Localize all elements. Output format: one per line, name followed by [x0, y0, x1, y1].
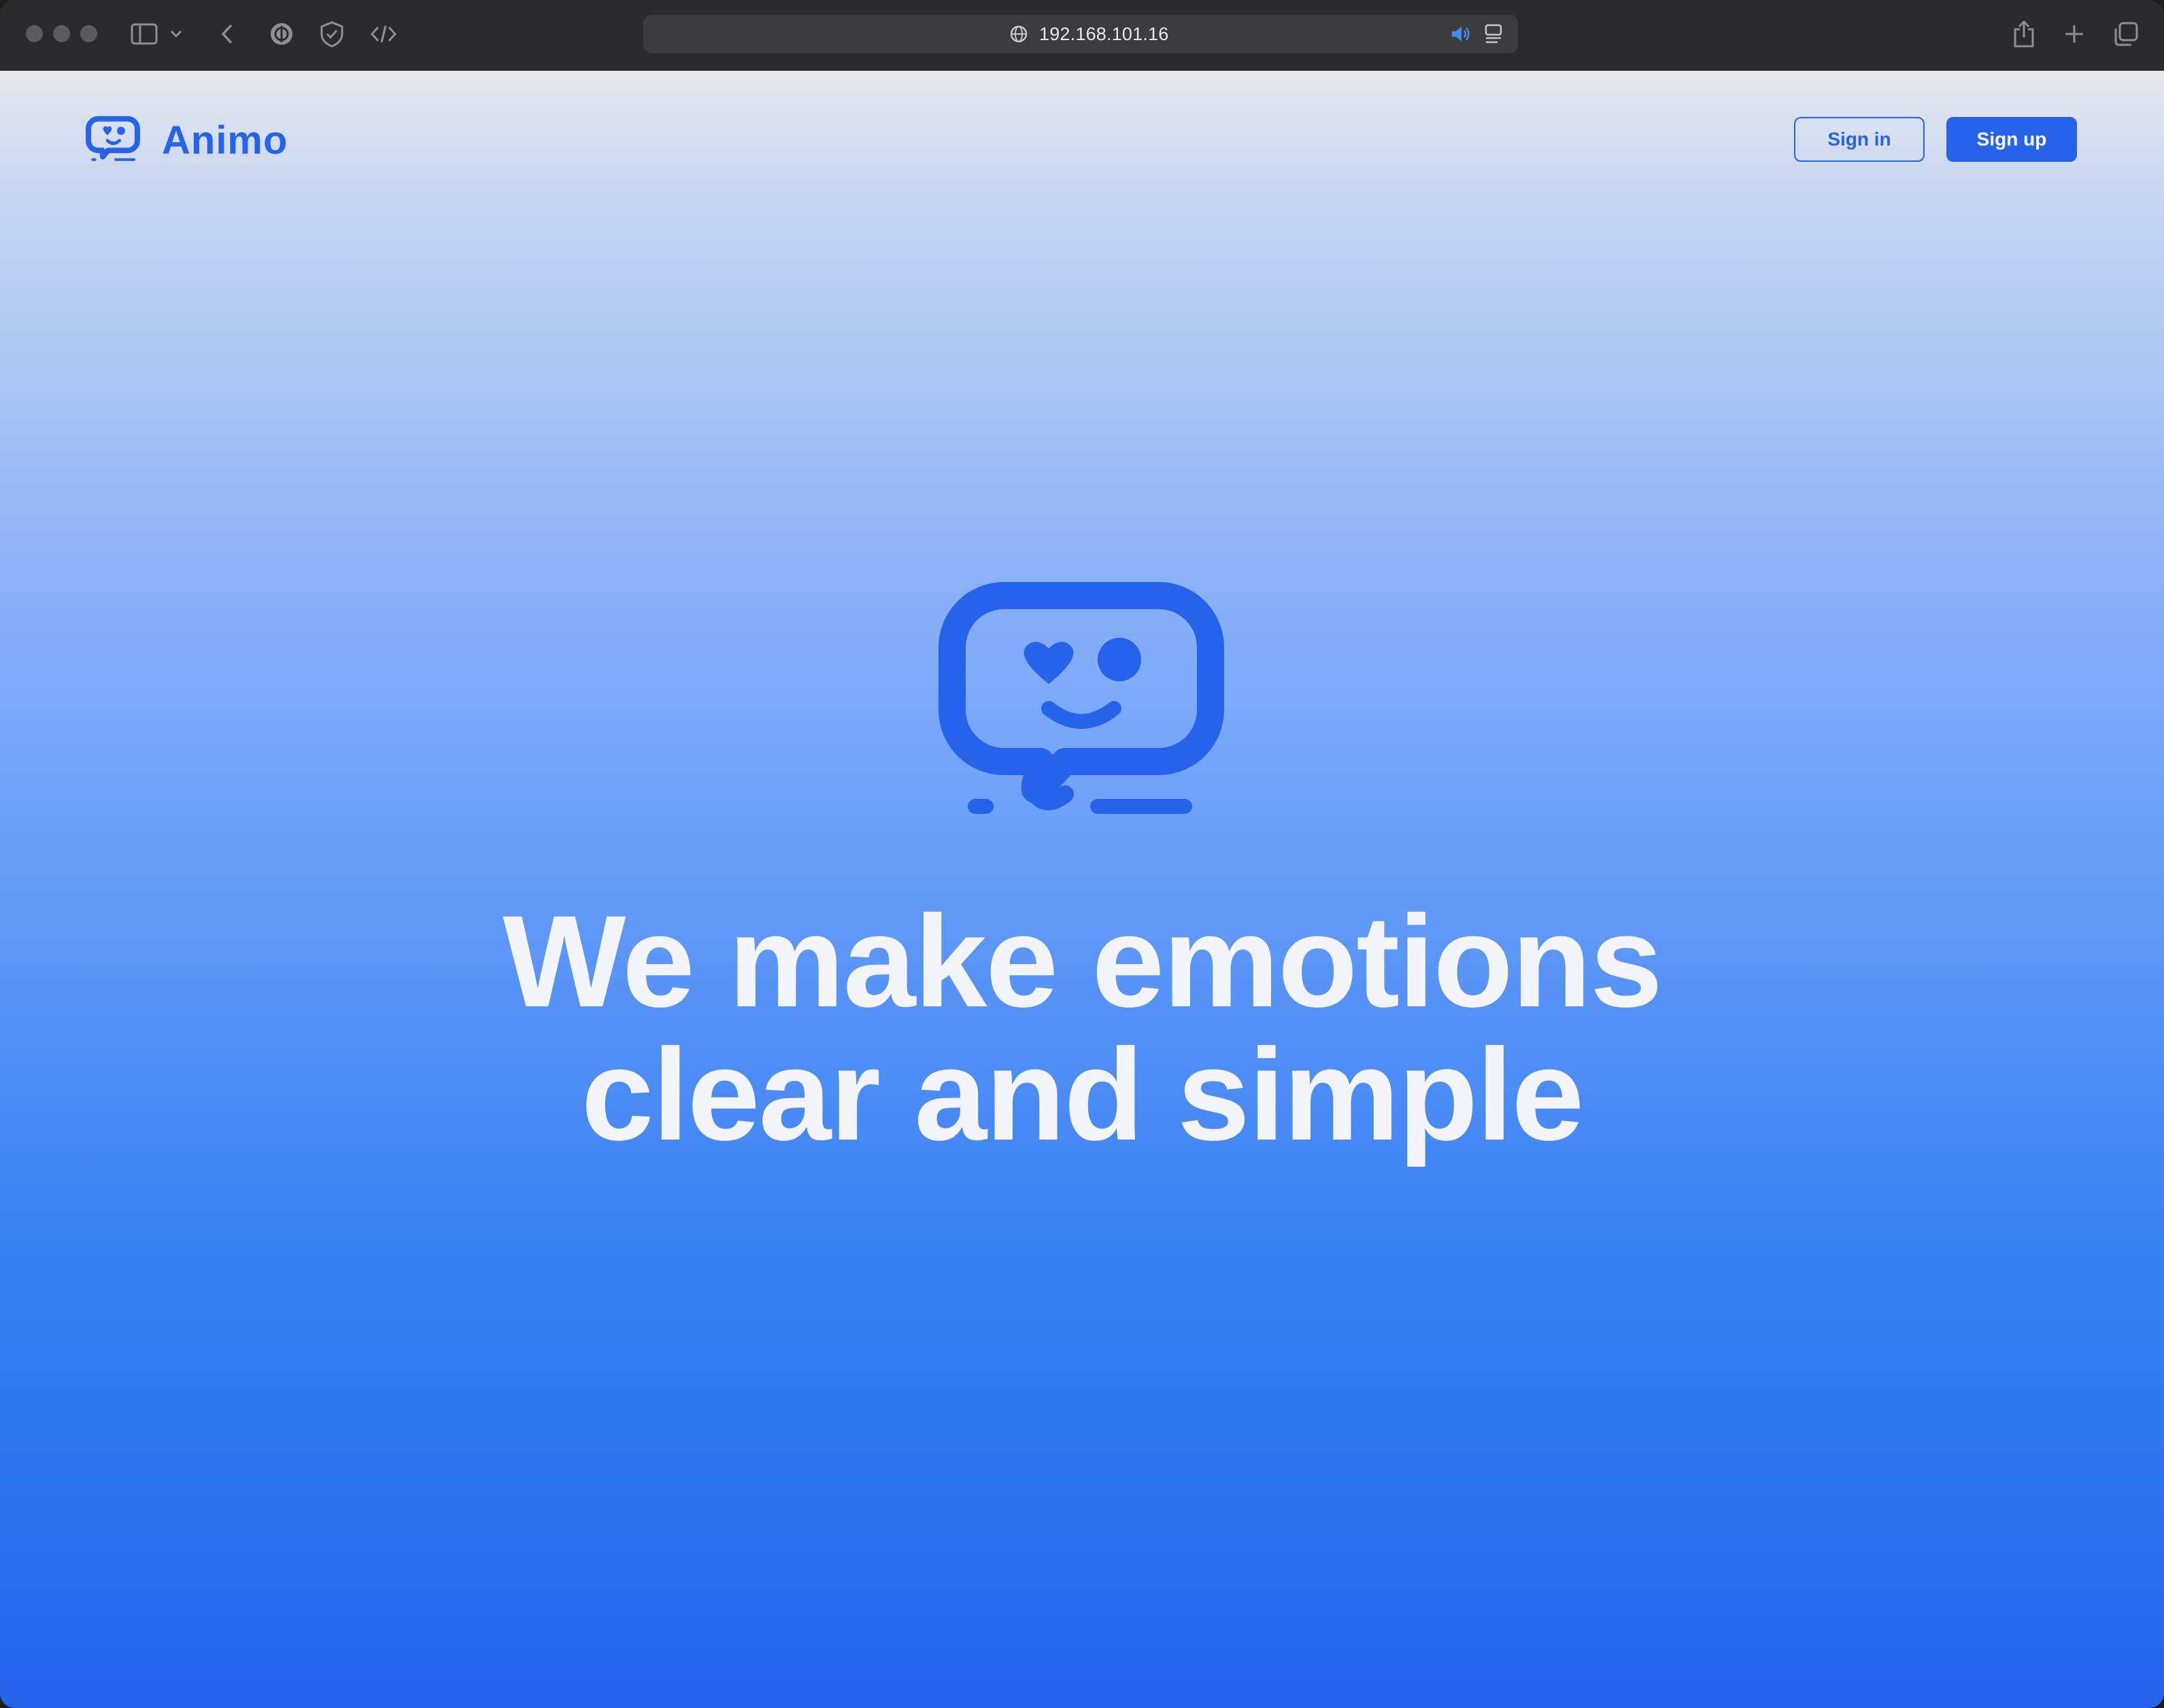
close-window-button[interactable] — [26, 25, 43, 42]
reader-icon[interactable] — [1483, 23, 1504, 45]
back-icon[interactable] — [211, 18, 243, 50]
brand[interactable]: Animo — [84, 113, 288, 167]
globe-icon — [1010, 25, 1028, 43]
address-bar[interactable]: 192.168.101.16 — [643, 15, 1518, 53]
zoom-window-button[interactable] — [80, 25, 97, 42]
hero-logo-icon — [939, 582, 1224, 814]
code-icon[interactable] — [367, 18, 400, 50]
new-tab-icon[interactable] — [2058, 18, 2091, 50]
animo-logo-icon — [86, 116, 140, 161]
chevron-down-icon[interactable] — [166, 18, 186, 50]
sign-up-button[interactable]: Sign up — [1946, 117, 2077, 162]
browser-window: 192.168.101.16 Animo Sign in Sign up We … — [0, 0, 2164, 1708]
sign-in-button[interactable]: Sign in — [1794, 117, 1925, 162]
tabs-overview-icon[interactable] — [2110, 18, 2142, 50]
minimize-window-button[interactable] — [53, 25, 70, 42]
hero-line-2: clear and simple — [581, 1021, 1585, 1167]
sidebar-icon[interactable] — [128, 18, 160, 50]
audio-icon[interactable] — [1450, 24, 1472, 44]
shield-icon[interactable] — [316, 18, 348, 50]
hero-headline: We make emotions clear and simple — [0, 895, 2164, 1161]
hero-line-1: We make emotions — [503, 888, 1663, 1034]
share-icon[interactable] — [2008, 18, 2040, 50]
brand-name: Animo — [162, 118, 288, 163]
privacy-icon[interactable] — [265, 18, 298, 50]
browser-toolbar: 192.168.101.16 — [0, 0, 2164, 71]
page-viewport: Animo Sign in Sign up We make emotions c… — [0, 71, 2164, 1708]
address-text: 192.168.101.16 — [1039, 24, 1169, 44]
